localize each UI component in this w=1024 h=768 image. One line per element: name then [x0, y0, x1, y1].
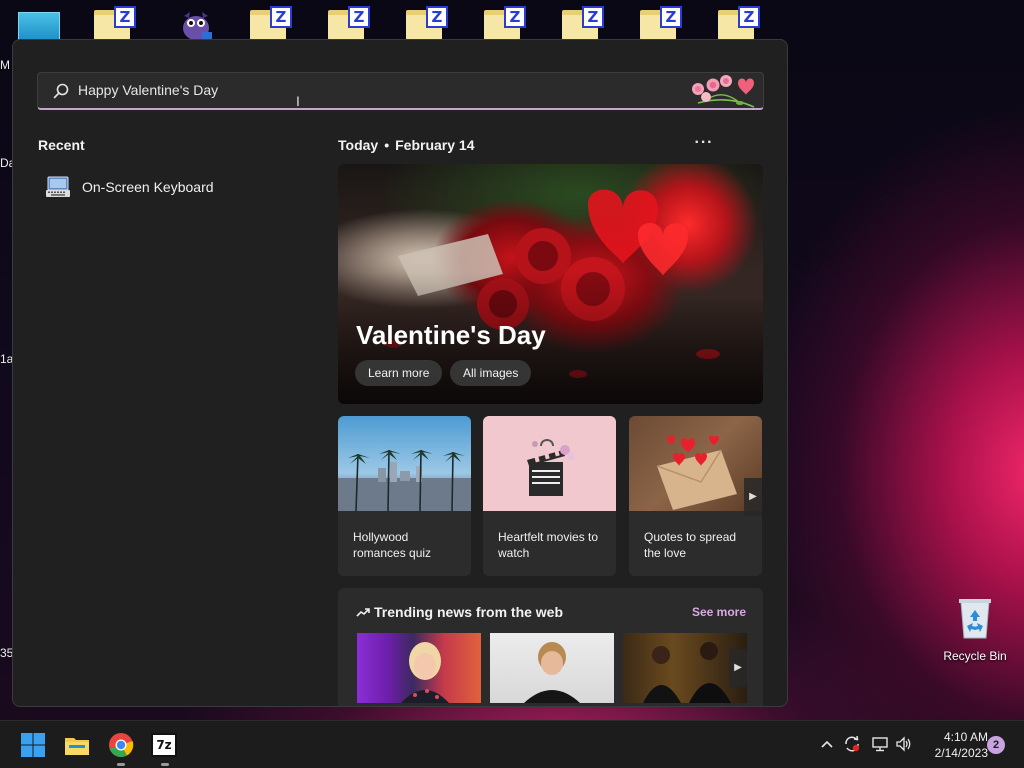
trending-heading: Trending news from the web [356, 604, 563, 620]
clock-date: 2/14/2023 [934, 746, 988, 760]
desktop-edge-label: 1a [0, 352, 12, 366]
zip-badge: Z [348, 6, 370, 28]
windows-start-icon[interactable] [19, 731, 47, 759]
recent-item-label: On-Screen Keyboard [82, 179, 214, 195]
desktop-zip-folder-icon[interactable]: Z [88, 6, 136, 40]
recycle-bin-desktop-icon[interactable]: Recycle Bin [940, 596, 1010, 663]
recycle-bin-icon [959, 599, 991, 639]
card-quotes-spread-love[interactable]: Quotes to spread the love ▶ [629, 416, 762, 576]
zip-badge: Z [738, 6, 760, 28]
zip-badge: Z [504, 6, 526, 28]
zip-badge: Z [114, 6, 136, 28]
keyboard-icon [46, 176, 70, 197]
show-hidden-icons-chevron-icon[interactable] [818, 735, 836, 753]
card-label: Heartfelt movies to watch [498, 530, 599, 560]
love-envelope-image [629, 416, 762, 511]
recent-item-on-screen-keyboard[interactable]: On-Screen Keyboard [45, 173, 275, 201]
desktop-icon-row: Z Z Z Z Z Z Z Z [0, 0, 1024, 42]
sync-icon[interactable] [843, 735, 861, 753]
start-menu-panel: I Recent On-Screen Keyboard Today•Febr [12, 39, 788, 707]
desktop-edge-label: Da [0, 156, 12, 170]
highlights-date-header: Today • February 14 [338, 137, 474, 153]
news-thumbnail[interactable] [490, 633, 614, 703]
notification-count-badge[interactable]: 2 [987, 736, 1005, 754]
chrome-icon [109, 733, 134, 758]
zip-badge: Z [426, 6, 448, 28]
zip-badge: Z [582, 6, 604, 28]
desktop-zip-folder-icon[interactable]: Z [478, 6, 526, 40]
desktop-zip-folder-icon[interactable]: Z [322, 6, 370, 40]
desktop-zip-folder-icon[interactable]: Z [556, 6, 604, 40]
trending-arrow-icon [356, 608, 370, 617]
volume-icon[interactable] [895, 735, 913, 753]
search-icon [53, 83, 69, 99]
today-date: February 14 [395, 137, 475, 153]
zip-badge: Z [660, 6, 682, 28]
desktop-zip-folder-icon[interactable]: Z [244, 6, 292, 40]
cards-next-arrow-icon[interactable]: ▶ [744, 478, 762, 516]
taskbar-clock[interactable]: 4:10 AM 2/14/2023 [920, 729, 988, 761]
seven-zip-icon: 7z [151, 733, 177, 757]
recycle-bin-label: Recycle Bin [943, 649, 1007, 663]
valentines-hero-card[interactable]: Valentine's Day Learn more All images [338, 164, 763, 404]
chrome-taskbar-button[interactable] [107, 731, 135, 766]
trending-title: Trending news from the web [374, 604, 564, 620]
file-explorer-icon[interactable] [63, 731, 91, 759]
desktop-edge-label: 35 [0, 646, 12, 660]
running-indicator [161, 763, 169, 766]
zip-badge: Z [270, 6, 292, 28]
text-cursor-icon: I [296, 93, 300, 109]
network-icon[interactable] [871, 735, 889, 753]
valentine-roses-icon [692, 75, 755, 108]
card-label: Hollywood romances quiz [353, 530, 432, 560]
desktop-zip-folder-icon[interactable]: Z [712, 6, 760, 40]
desktop-zip-folder-icon[interactable]: Z [634, 6, 682, 40]
date-separator: • [384, 137, 390, 153]
seven-zip-taskbar-button[interactable]: 7z [151, 731, 179, 766]
news-thumbnail[interactable] [357, 633, 481, 703]
search-box[interactable]: I [37, 72, 764, 110]
card-heartfelt-movies[interactable]: Heartfelt movies to watch [483, 416, 616, 576]
taskbar: 7z 4:10 AM 2/14/2023 2 [0, 720, 1024, 768]
today-label: Today [338, 137, 379, 153]
hero-title: Valentine's Day [356, 320, 546, 350]
desktop-edge-label: M [0, 58, 10, 72]
clapperboard-image [483, 416, 616, 511]
desktop-zip-folder-icon[interactable]: Z [400, 6, 448, 40]
card-hollywood-romances-quiz[interactable]: Hollywood romances quiz [338, 416, 471, 576]
more-options-icon[interactable]: ··· [693, 134, 715, 152]
search-input[interactable] [78, 82, 638, 98]
see-more-link[interactable]: See more [692, 605, 746, 619]
recent-heading: Recent [38, 137, 85, 153]
hollywood-palms-image [338, 416, 471, 512]
news-thumbnail[interactable]: ▶ [623, 633, 747, 703]
all-images-button[interactable]: All images [450, 360, 532, 386]
running-indicator [117, 763, 125, 766]
mascot-icon[interactable] [176, 8, 216, 40]
desktop-app-icon[interactable] [18, 12, 60, 42]
clock-time: 4:10 AM [943, 730, 988, 744]
learn-more-button[interactable]: Learn more [355, 360, 443, 386]
news-next-arrow-icon[interactable]: ▶ [729, 649, 747, 687]
card-label: Quotes to spread the love [644, 530, 737, 560]
trending-news-card: Trending news from the web See more ▶ [338, 588, 763, 706]
